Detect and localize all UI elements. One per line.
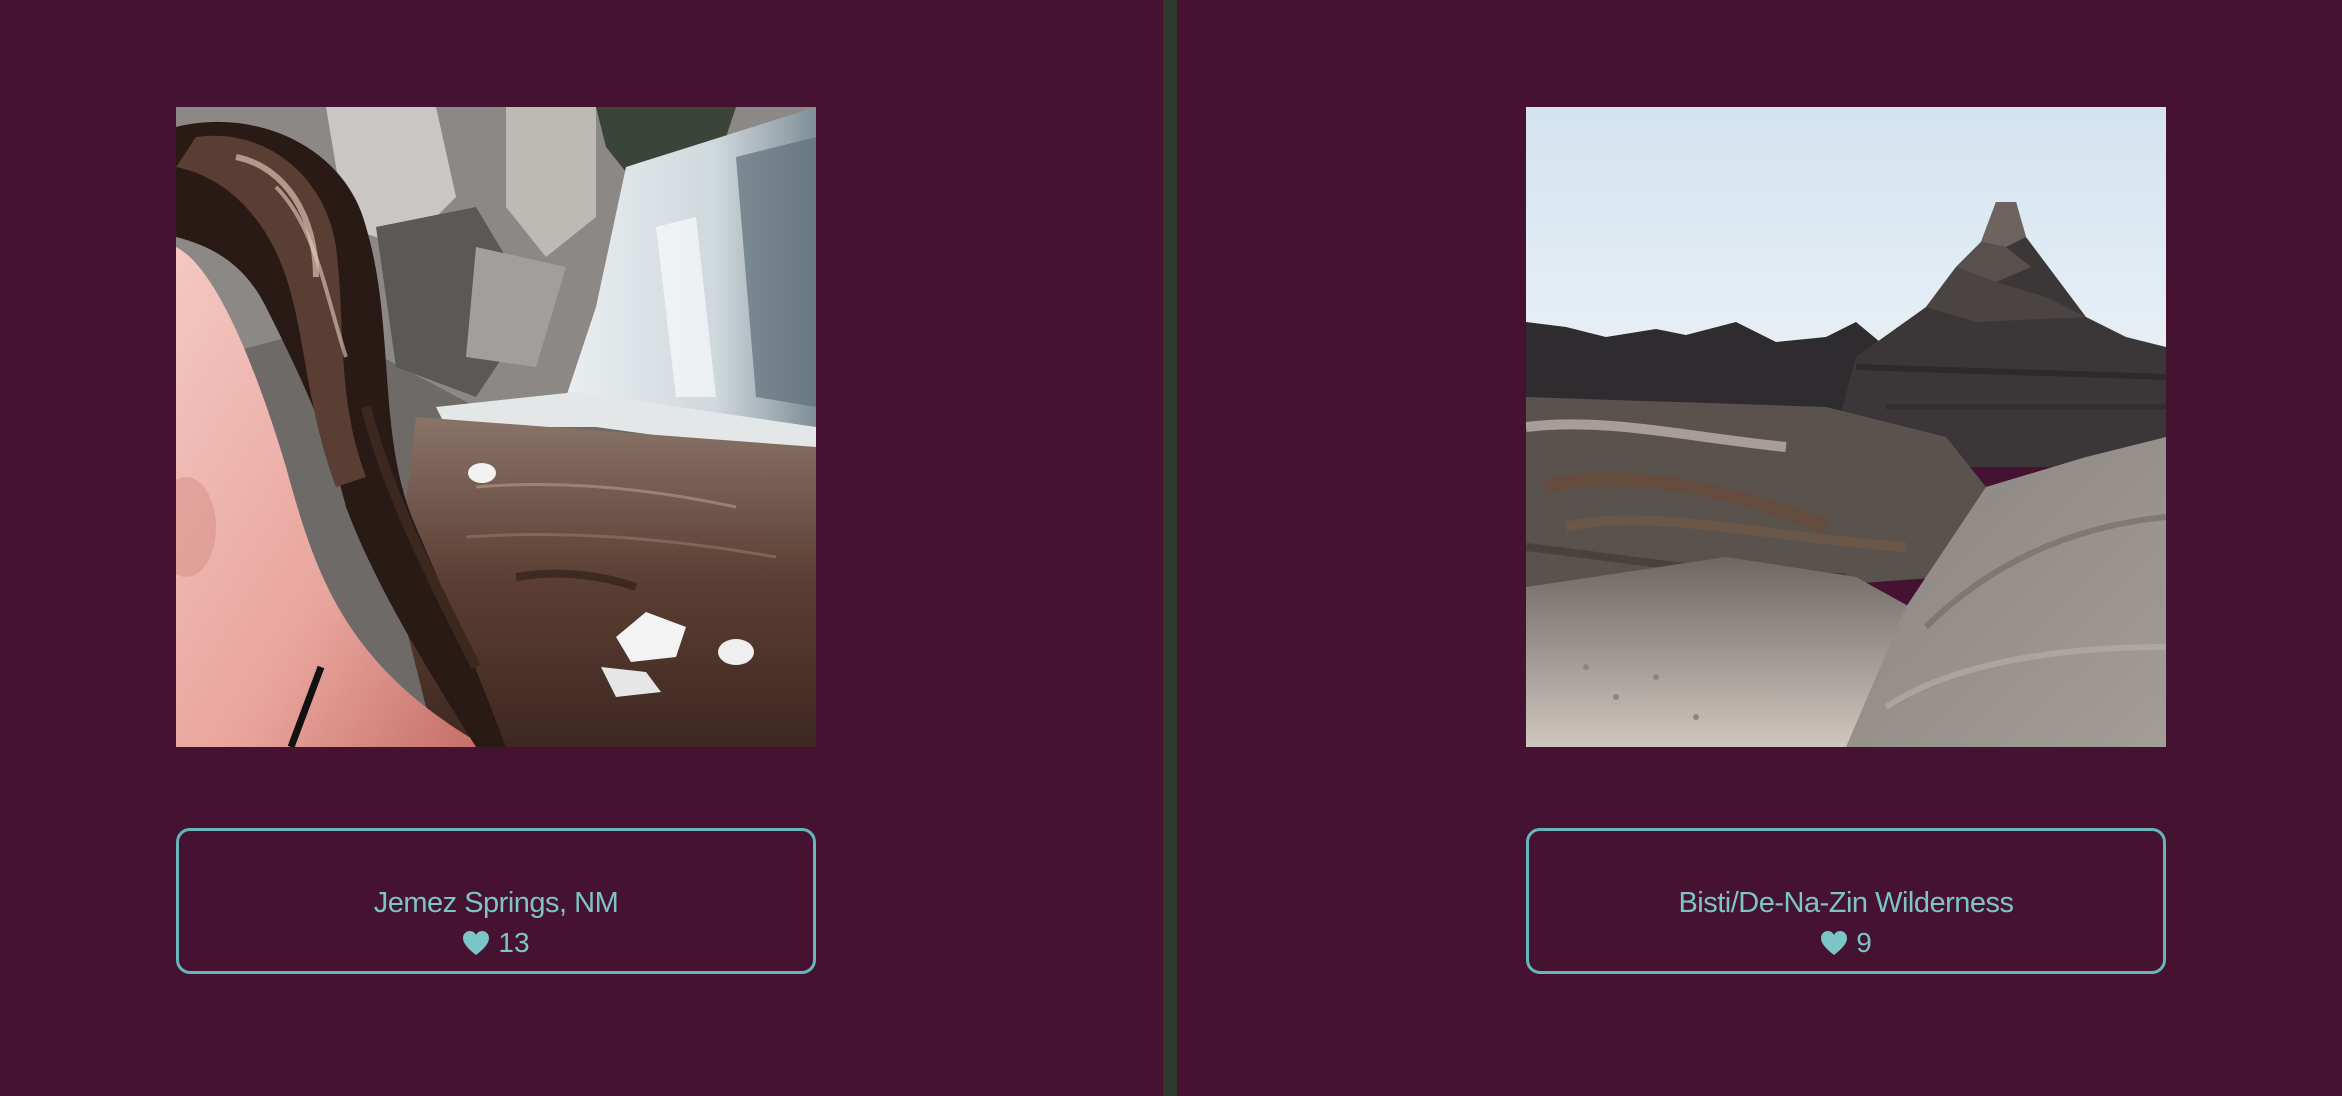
post-photo-badlands[interactable] <box>1526 107 2166 747</box>
post-location: Bisti/De-Na-Zin Wilderness <box>1678 887 2014 919</box>
like-count: 9 <box>1856 927 1872 958</box>
heart-icon[interactable] <box>462 930 490 956</box>
like-count: 13 <box>498 927 530 958</box>
column-divider <box>1163 0 1177 1096</box>
post-caption-box: Bisti/De-Na-Zin Wilderness 9 <box>1526 828 2166 974</box>
likes-row: 9 <box>1529 926 2163 960</box>
post-panel-left: Jemez Springs, NM 13 <box>0 0 1163 1096</box>
post-caption-box: Jemez Springs, NM 13 <box>176 828 816 974</box>
post-panel-right: Bisti/De-Na-Zin Wilderness 9 <box>1177 0 2342 1096</box>
post-location: Jemez Springs, NM <box>373 887 619 919</box>
gallery-view: Jemez Springs, NM 13 Bisti/De-Na-Zin Wil… <box>0 0 2342 1096</box>
heart-icon[interactable] <box>1820 930 1848 956</box>
likes-row: 13 <box>179 926 813 960</box>
post-photo-waterfall[interactable] <box>176 107 816 747</box>
